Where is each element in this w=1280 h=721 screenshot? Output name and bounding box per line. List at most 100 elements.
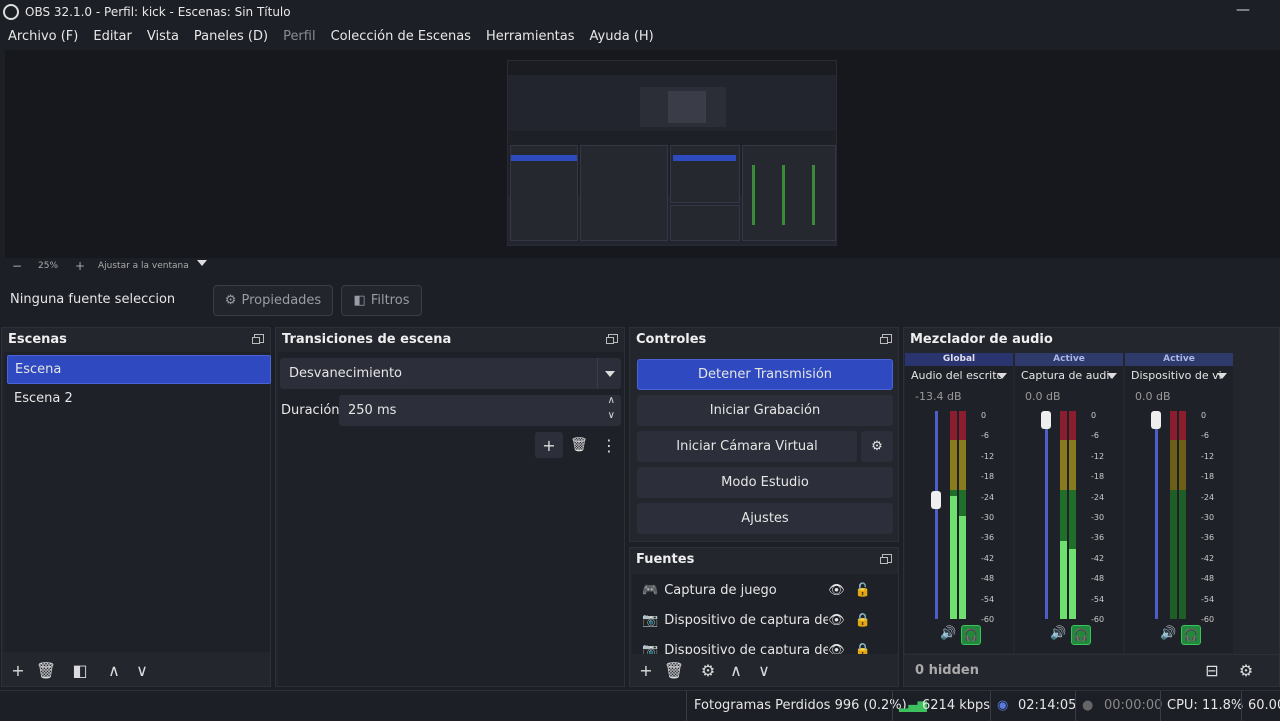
eye-icon[interactable]: 👁	[828, 643, 845, 655]
chevron-down-icon[interactable]: ∨	[750, 657, 778, 683]
menu-perfil[interactable]: Perfil	[283, 29, 316, 44]
filters-button[interactable]: ◧ Filtros	[341, 285, 422, 316]
undock-icon[interactable]	[606, 334, 618, 344]
settings-button[interactable]: Ajustes	[637, 503, 893, 534]
meter-tick: -36	[1091, 533, 1105, 543]
hidden-count[interactable]: 0 hidden	[915, 663, 979, 678]
mixer-channel-desktop: Global Audio del escritorio -13.4 dB 0 -6…	[905, 353, 1013, 653]
meter-tick: -60	[981, 615, 995, 624]
layout-toggle-icon[interactable]: ⊟	[1198, 658, 1226, 684]
chevron-down-icon[interactable]	[1217, 373, 1227, 379]
volume-handle[interactable]	[931, 491, 941, 509]
fit-window-label[interactable]: Ajustar a la ventana	[98, 261, 189, 271]
menu-coleccion[interactable]: Colección de Escenas	[331, 29, 471, 44]
add-transition-icon[interactable]: +	[535, 432, 563, 458]
speaker-icon[interactable]: 🔊	[940, 626, 956, 641]
meter-tick: -6	[1091, 431, 1099, 441]
transitions-title: Transiciones de escena	[282, 332, 452, 347]
add-source-icon[interactable]: +	[632, 657, 660, 683]
dropdown-arrow[interactable]	[597, 358, 621, 389]
preview-thumbnail	[507, 60, 837, 246]
source-item-video-capture[interactable]: 📷 Dispositivo de captura de video 👁 🔒	[642, 606, 882, 634]
start-record-button[interactable]: Iniciar Grabación	[637, 395, 893, 426]
chevron-down-icon[interactable]	[1107, 373, 1117, 379]
speaker-icon[interactable]: 🔊	[1050, 626, 1066, 641]
chevron-down-icon[interactable]: ∨	[128, 657, 156, 683]
gear-icon[interactable]: ⚙	[694, 657, 722, 683]
properties-button[interactable]: ⚙ Propiedades	[213, 285, 333, 316]
filter-icon[interactable]: ◧	[66, 657, 94, 683]
level-meter-fill	[1060, 541, 1067, 619]
studio-mode-button[interactable]: Modo Estudio	[637, 467, 893, 498]
lock-icon[interactable]: 🔒	[855, 613, 871, 628]
eye-icon[interactable]: 👁	[828, 583, 845, 598]
headphones-icon[interactable]: 🎧	[961, 625, 981, 645]
meter-tick: -48	[981, 574, 995, 584]
meter-tick: 0	[1091, 411, 1097, 420]
meter-tick: -24	[1091, 492, 1105, 502]
controls-title: Controles	[636, 332, 707, 347]
chevron-up-icon[interactable]: ∧	[722, 657, 750, 683]
vcam-settings-button[interactable]: ⚙	[861, 431, 893, 462]
meter-tick: -42	[1201, 553, 1215, 563]
chevron-up-icon[interactable]: ∧	[100, 657, 128, 683]
eye-icon[interactable]: 👁	[828, 613, 845, 628]
stream-time: 02:14:05	[1018, 698, 1077, 713]
chevron-down-icon[interactable]	[197, 260, 207, 266]
undock-icon[interactable]	[880, 334, 892, 344]
volume-slider[interactable]	[935, 411, 938, 619]
unlock-icon[interactable]: 🔓	[855, 583, 871, 598]
mixer-settings-icon[interactable]: ⚙	[1232, 658, 1260, 684]
menu-archivo[interactable]: Archivo (F)	[8, 29, 78, 44]
volume-slider[interactable]	[1045, 411, 1048, 619]
chevron-down-icon[interactable]	[997, 373, 1007, 379]
headphones-icon[interactable]: 🎧	[1181, 625, 1201, 645]
scene-item-escena[interactable]: Escena	[7, 355, 271, 384]
level-meter	[1170, 411, 1177, 619]
speaker-icon[interactable]: 🔊	[1160, 626, 1176, 641]
undock-icon[interactable]	[880, 554, 892, 564]
transition-select[interactable]: Desvanecimiento	[280, 358, 621, 389]
source-item-game-capture[interactable]: 🎮 Captura de juego 👁 🔓	[642, 576, 882, 604]
scene-item-escena-2[interactable]: Escena 2	[7, 385, 271, 414]
menu-editar[interactable]: Editar	[93, 29, 132, 44]
volume-handle[interactable]	[1151, 411, 1161, 429]
menu-vista[interactable]: Vista	[147, 29, 179, 44]
duration-spinbox[interactable]: 250 ms ∧ ∨	[339, 395, 621, 426]
meter-tick: -54	[981, 594, 995, 604]
minimize-icon[interactable]: —	[1236, 2, 1250, 18]
menu-herramientas[interactable]: Herramientas	[486, 29, 575, 44]
source-item-video-capture-2[interactable]: 📷 Dispositivo de captura de video 👁 🔒	[642, 636, 882, 655]
record-time: 00:00:00	[1104, 698, 1163, 713]
level-meter-fill	[1069, 549, 1076, 619]
menu-paneles[interactable]: Paneles (D)	[194, 29, 268, 44]
spin-down-icon[interactable]: ∨	[608, 410, 615, 421]
trash-icon[interactable]: 🗑	[660, 657, 688, 683]
channel-name[interactable]: Audio del escritorio	[911, 369, 1001, 382]
trash-icon[interactable]: 🗑	[565, 432, 593, 458]
spin-up-icon[interactable]: ∧	[608, 395, 615, 406]
zoom-in-button[interactable]: +	[75, 259, 85, 273]
channel-db: -13.4 dB	[915, 390, 962, 403]
start-vcam-button[interactable]: Iniciar Cámara Virtual	[637, 431, 857, 462]
meter-tick: -36	[1201, 533, 1215, 543]
volume-handle[interactable]	[1041, 411, 1051, 429]
window-title: OBS 32.1.0 - Perfil: kick - Escenas: Sin…	[25, 5, 291, 19]
headphones-icon[interactable]: 🎧	[1071, 625, 1091, 645]
volume-slider[interactable]	[1155, 411, 1158, 619]
trash-icon[interactable]: 🗑	[32, 657, 60, 683]
more-icon[interactable]: ⋮	[595, 432, 623, 458]
channel-name[interactable]: Dispositivo de video	[1131, 369, 1221, 382]
stream-icon: ◉	[997, 698, 1009, 713]
level-meter-fill	[950, 496, 957, 619]
channel-db: 0.0 dB	[1025, 390, 1061, 403]
meter-tick: 0	[981, 411, 987, 420]
lock-icon[interactable]: 🔒	[855, 643, 871, 655]
zoom-out-button[interactable]: −	[12, 259, 22, 273]
stop-stream-button[interactable]: Detener Transmisión	[637, 359, 893, 390]
add-scene-icon[interactable]: +	[4, 657, 32, 683]
menu-ayuda[interactable]: Ayuda (H)	[590, 29, 654, 44]
undock-icon[interactable]	[252, 334, 264, 344]
meter-tick: -42	[981, 553, 995, 563]
channel-name[interactable]: Captura de audio	[1021, 369, 1111, 382]
